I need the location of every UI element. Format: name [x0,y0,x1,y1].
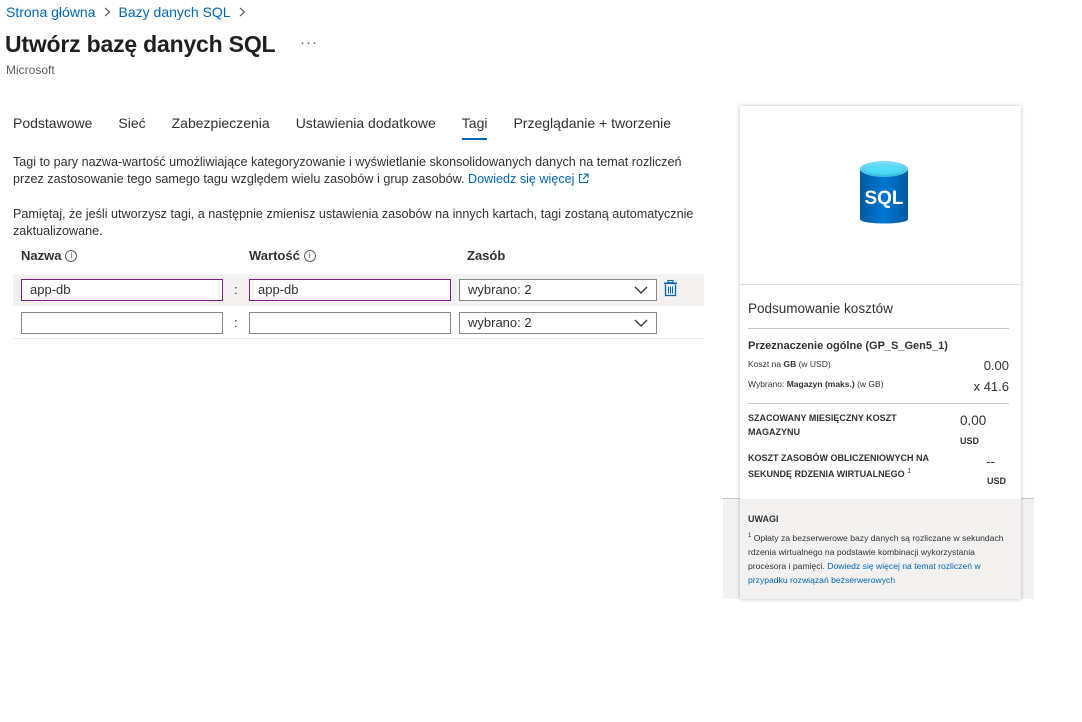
cost-per-gb-label: Koszt na GB (w USD) [748,359,831,369]
breadcrumb-sql-databases-link[interactable]: Bazy danych SQL [119,4,231,20]
trash-icon[interactable] [663,279,678,302]
tag-value-input[interactable] [249,312,451,334]
column-header-resource-label: Zasób [467,248,506,263]
sql-icon-label: SQL [864,188,903,209]
tab-tags[interactable]: Tagi [461,115,487,140]
external-link-icon[interactable] [578,172,589,189]
notes-footnote: 1 [748,533,752,539]
compute-cost-currency: USD [987,476,1007,486]
selected-text: Wybrano: [748,379,785,389]
column-header-value-label: Wartość [249,248,300,263]
learn-more-link[interactable]: Dowiedz się więcej [468,172,574,186]
breadcrumb-home-link[interactable]: Strona główna [6,4,96,20]
cost-per-gb-unit-bold: GB [783,359,797,369]
chevron-right-icon [104,5,111,20]
chevron-down-icon [634,316,648,336]
cost-per-gb-currency: (w USD) [798,359,831,369]
cost-summary-panel: SQL Podsumowanie kosztów Przeznaczenie o… [740,106,1021,599]
panel-header: SQL [740,106,1021,285]
selected-storage-bold: Magazyn (maks.) [786,379,855,389]
cost-per-gb-text: Koszt na [748,359,782,369]
column-header-name-label: Nazwa [21,248,62,263]
resource-select[interactable]: wybrano: 2 [459,312,657,334]
selected-storage-value: x 41.6 [973,379,1009,394]
tab-additional-settings[interactable]: Ustawienia dodatkowe [296,115,436,138]
tag-name-input[interactable]: app-db [21,279,223,301]
compute-cost-text: KOSZT ZASOBÓW OBLICZENIOWYCH NA SEKUNDĘ … [748,453,929,479]
resource-select[interactable]: wybrano: 2 [459,279,657,301]
tags-description: Tagi to pary nazwa-wartość umożliwiające… [13,154,708,189]
tag-value-input[interactable]: app-db [249,279,451,301]
colon-separator: : [234,315,238,330]
sql-database-icon: SQL [858,159,910,234]
table-row: app-db : app-db wybrano: 2 [13,274,704,306]
selected-storage-unit: (w GB) [857,379,884,389]
row-divider [13,338,704,339]
table-row: : wybrano: 2 [13,306,704,339]
tab-security[interactable]: Zabezpieczenia [172,115,270,138]
notes-title: UWAGI [748,514,779,524]
notes-text: 1 Opłaty za bezserwerowe bazy danych są … [748,529,1010,587]
ellipsis-icon[interactable]: ··· [300,34,318,51]
selected-storage-label: Wybrano: Magazyn (maks.) (w GB) [748,379,884,389]
compute-cost-footnote: 1 [907,468,912,475]
tab-review-create[interactable]: Przeglądanie + tworzenie [513,115,671,138]
chevron-down-icon [634,283,648,303]
tags-note: Pamiętaj, że jeśli utworzysz tagi, a nas… [13,207,694,238]
compute-cost-label: KOSZT ZASOBÓW OBLICZENIOWYCH NA SEKUNDĘ … [748,451,948,481]
column-header-value: Wartość i [249,248,316,263]
info-icon[interactable]: i [303,249,316,262]
tab-bar: Podstawowe Sieć Zabezpieczenia Ustawieni… [13,115,697,140]
divider [748,403,1009,404]
chevron-right-icon [239,5,246,20]
divider [748,328,1009,329]
cost-summary-title: Podsumowanie kosztów [748,301,893,316]
resource-select-value: wybrano: 2 [468,282,532,297]
cost-per-gb-value: 0.00 [983,358,1009,373]
tag-name-input[interactable] [21,312,223,334]
monthly-storage-cost-value: 0.00 [960,413,987,428]
monthly-storage-cost-currency: USD [960,436,980,446]
colon-separator: : [234,282,238,297]
tab-networking[interactable]: Sieć [118,115,145,138]
publisher-label: Microsoft [6,63,55,77]
column-header-name: Nazwa i [21,248,78,263]
page-title: Utwórz bazę danych SQL [5,31,276,57]
resource-select-value: wybrano: 2 [468,315,532,330]
sku-name: Przeznaczenie ogólne (GP_S_Gen5_1) [748,340,948,352]
compute-cost-value: -- [986,454,995,469]
tab-basics[interactable]: Podstawowe [13,115,92,138]
monthly-storage-cost-label: SZACOWANY MIESIĘCZNY KOSZT MAGAZYNU [748,413,897,437]
info-icon[interactable]: i [65,249,78,262]
column-header-resource: Zasób [467,248,505,263]
breadcrumb: Strona główna Bazy danych SQL [6,4,254,20]
